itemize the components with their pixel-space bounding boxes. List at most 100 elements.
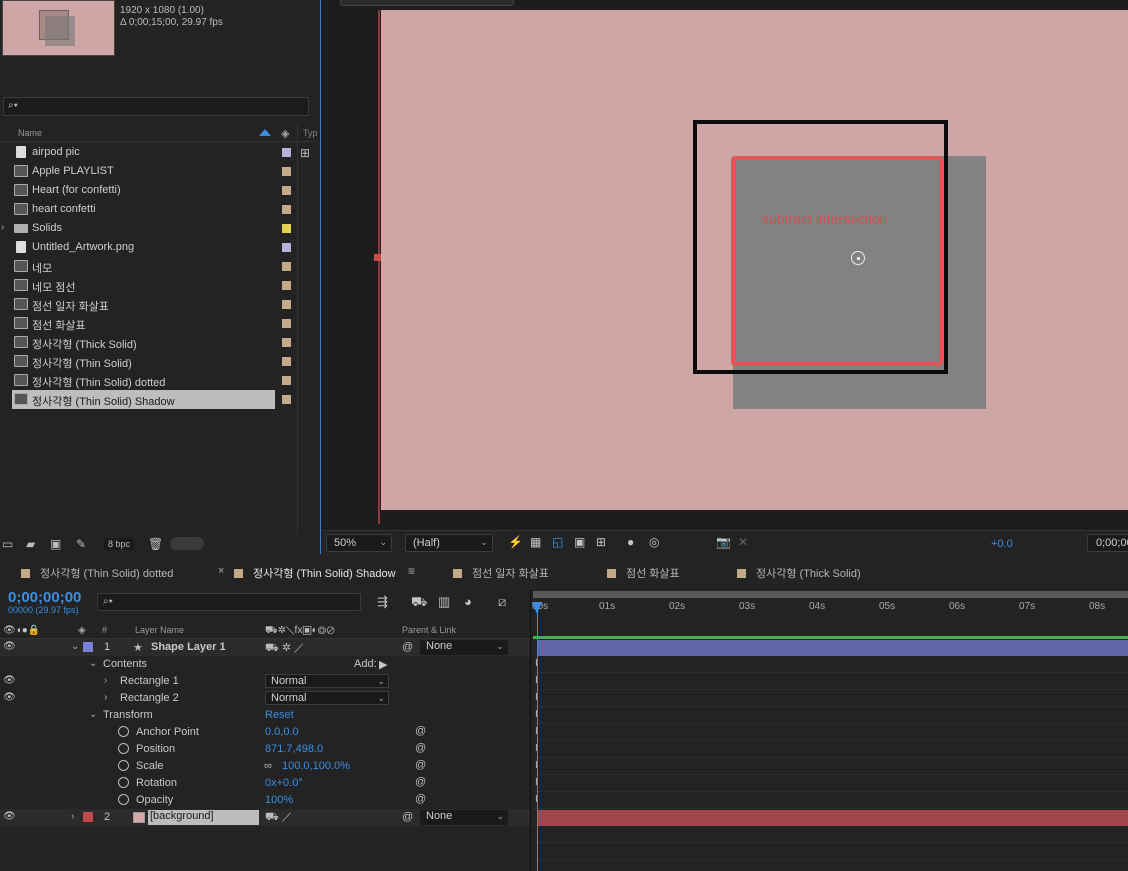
trash-icon[interactable]: 🗑 [148,537,163,551]
layer-name[interactable]: [background] [148,810,259,825]
playhead-handle[interactable] [532,602,542,614]
chevron-right-icon[interactable]: › [71,811,74,822]
track-row[interactable] [533,758,1128,775]
guides-icon[interactable]: ⊞ [596,535,606,549]
label-color-chip[interactable] [282,262,291,271]
project-item[interactable]: 네모 [0,257,298,276]
mask-path-icon[interactable]: ◱ [552,535,563,549]
timeline-search-input[interactable]: ⌕▾ [97,593,361,611]
track-row[interactable] [533,673,1128,690]
flowchart-icon[interactable]: ⊞ [300,146,310,160]
project-item[interactable]: 정사각형 (Thin Solid) dotted [0,371,298,390]
layer-1-duration-bar[interactable] [537,640,1128,656]
visibility-eye-icon[interactable]: 👁 [3,641,16,652]
label-color-chip[interactable] [282,300,291,309]
label-color-chip[interactable] [282,186,291,195]
comp-flowchart-icon[interactable]: ⇶ [377,594,388,610]
label-color-chip[interactable] [282,205,291,214]
project-item[interactable]: 정사각형 (Thin Solid) [0,352,298,371]
reset-link[interactable]: Reset [265,709,294,721]
project-item[interactable]: 네모 점선 [0,276,298,295]
new-comp-icon[interactable]: ▣ [50,537,61,551]
blend-mode-select[interactable]: Normal ⌄ [265,674,389,688]
expression-pickwhip-icon[interactable]: @ [415,725,426,737]
label-color-chip[interactable] [282,395,291,404]
visibility-eye-icon[interactable]: 👁 [3,692,16,703]
expression-pickwhip-icon[interactable]: @ [415,793,426,805]
frame-blending-icon[interactable]: ▥ [438,594,450,610]
expression-pickwhip-icon[interactable]: @ [415,759,426,771]
rectangle-2-row[interactable]: 👁 › Rectangle 2 Normal ⌄ [0,690,530,707]
layer-row-1[interactable]: 👁 ⌄ 1 ★ Shape Layer 1 ⛟ ✲ ⟋ @ None ⌄ [0,639,530,656]
pickwhip-icon[interactable]: @ [402,641,413,653]
stopwatch-icon[interactable] [118,726,129,737]
track-row[interactable] [533,826,1128,843]
rectangle-1-row[interactable]: 👁 › Rectangle 1 Normal ⌄ [0,673,530,690]
chevron-right-icon[interactable]: › [104,692,107,703]
current-timecode[interactable]: 0;00;00;00 [8,589,81,606]
resolution-select[interactable]: (Half) ⌄ [405,534,493,552]
property-value[interactable]: 0x+0.0° [265,777,303,789]
viewer-timecode[interactable]: 0;00;00;00 [1087,534,1128,552]
track-row[interactable] [533,656,1128,673]
project-item[interactable]: Untitled_Artwork.png [0,238,298,257]
property-row[interactable]: Anchor Point 0.0,0.0 @ [0,724,530,741]
layer-label-color[interactable] [83,642,93,652]
stopwatch-icon[interactable] [118,743,129,754]
layer-label-color[interactable] [83,812,93,822]
layer-2-duration-bar[interactable] [537,810,1128,826]
project-item[interactable]: 점선 화살표 [0,314,298,333]
visibility-eye-icon[interactable]: 👁 [3,811,16,822]
stopwatch-icon[interactable] [118,777,129,788]
track-row[interactable] [533,690,1128,707]
label-color-chip[interactable] [282,148,291,157]
tab-comp-thick[interactable]: 정사각형 (Thick Solid) [737,565,861,581]
add-menu-icon[interactable]: ▶ [379,658,387,671]
region-of-interest-icon[interactable]: ▣ [574,535,585,549]
column-layer-name[interactable]: Layer Name [135,625,184,635]
layer-row-2[interactable]: 👁 › 2 [background] ⛟ ⟋ @ None ⌄ [0,809,530,826]
tab-comp-shadow[interactable]: 정사각형 (Thin Solid) Shadow [234,565,396,581]
anchor-point-icon[interactable] [851,251,865,265]
project-search-input[interactable]: ⌕▾ [3,97,309,116]
viewer-tab[interactable] [340,0,514,6]
column-type[interactable]: Typ [303,128,318,138]
property-row[interactable]: Rotation 0x+0.0° @ [0,775,530,792]
label-color-chip[interactable] [282,167,291,176]
transform-row[interactable]: ⌄ Transform Reset [0,707,530,724]
new-folder-icon[interactable]: ▰ [26,537,35,551]
chevron-down-icon[interactable]: ⌄ [89,709,97,720]
project-item[interactable]: 점선 일자 화살표 [0,295,298,314]
column-parent[interactable]: Parent & Link [402,625,456,635]
chevron-down-icon[interactable]: ⌄ [89,658,97,669]
tab-comp-arrow[interactable]: 점선 화살표 [607,565,680,581]
tab-comp-dotted[interactable]: 정사각형 (Thin Solid) dotted [21,565,173,581]
project-item[interactable]: Heart (for confetti) [0,181,298,200]
thumbnail-slider[interactable] [170,537,204,550]
track-row[interactable] [533,775,1128,792]
pickwhip-icon[interactable]: @ [402,811,413,823]
project-item[interactable]: › Solids [0,219,298,238]
chevron-right-icon[interactable]: › [104,675,107,686]
project-item[interactable]: 정사각형 (Thick Solid) [0,333,298,352]
property-row[interactable]: Scale ∞ 100.0,100.0% @ [0,758,530,775]
playhead-line[interactable] [537,604,538,871]
track-row[interactable] [533,724,1128,741]
guide-marker[interactable] [374,254,381,261]
chevron-down-icon[interactable]: ⌄ [71,641,79,652]
transparency-grid-icon[interactable]: ▦ [530,535,541,549]
project-item[interactable]: Apple PLAYLIST [0,162,298,181]
expression-pickwhip-icon[interactable]: @ [415,742,426,754]
exposure-reset-icon[interactable]: ◎ [649,535,659,549]
shy-layers-icon[interactable]: ⛟ [411,594,427,612]
expression-pickwhip-icon[interactable]: @ [415,776,426,788]
brush-icon[interactable]: ✎ [76,537,86,551]
zoom-select[interactable]: 50% ⌄ [326,534,392,552]
label-color-chip[interactable] [282,224,291,233]
property-value[interactable]: 871.7,498.0 [265,743,323,755]
av-switches-icon[interactable]: 👁◖●🔒 [3,625,40,636]
close-icon[interactable]: × [218,565,224,577]
tab-menu-icon[interactable]: ≡ [408,564,415,578]
show-snapshot-icon[interactable]: ✕ [738,535,748,549]
project-item[interactable]: 정사각형 (Thin Solid) Shadow [0,390,298,409]
